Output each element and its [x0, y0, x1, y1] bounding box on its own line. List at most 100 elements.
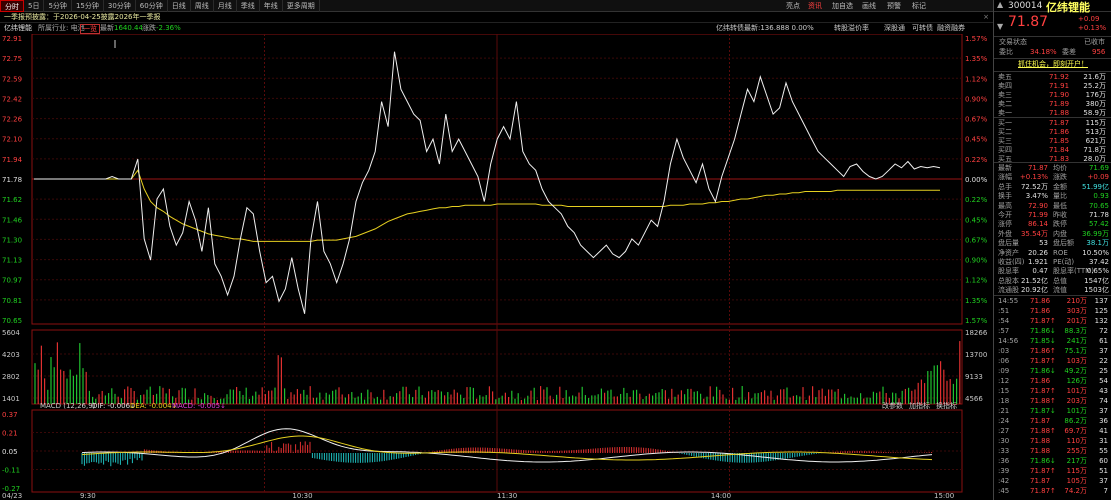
- percent-tick-label: 0.67%: [965, 116, 988, 124]
- avg-price-line: [80, 169, 940, 242]
- tick-price: 71.87↑: [1030, 317, 1056, 325]
- promo-text[interactable]: 抓住机会，即刻开户！: [1018, 60, 1088, 69]
- tick-count: 61: [1099, 337, 1108, 345]
- tick-volume: 203万: [1066, 397, 1087, 405]
- industry-badge[interactable]: 一览: [80, 24, 100, 34]
- tick-price: 71.88: [1030, 447, 1051, 455]
- period-tab-1[interactable]: 5日: [24, 0, 45, 12]
- stat-row: 总手 72.52万 金额 51.99亿: [994, 183, 1111, 192]
- bid-volume: 71.8万: [1083, 146, 1106, 154]
- stat-label: 金额: [1053, 182, 1067, 191]
- percent-tick-label: 0.00%: [965, 176, 988, 184]
- stat-label: 最低: [1053, 201, 1067, 210]
- percent-tick-label: 0.67%: [965, 236, 988, 244]
- ask-price: 71.91: [1049, 82, 1070, 90]
- link-hk-connect[interactable]: 深股通: [884, 23, 905, 34]
- industry-label: 所属行业: 电池: [38, 24, 85, 32]
- tick-time: :24: [998, 417, 1010, 425]
- tick-time: :03: [998, 347, 1010, 355]
- period-tab-4[interactable]: 30分钟: [104, 0, 136, 12]
- quote-header: ▲ 300014 亿纬锂能: [994, 0, 1111, 14]
- link-cb[interactable]: 可转债: [912, 23, 933, 34]
- period-tab-0[interactable]: 分时: [0, 0, 24, 12]
- close-icon[interactable]: ×: [983, 12, 989, 23]
- tick-price: 71.86↓: [1030, 327, 1056, 335]
- stat-label: 涨幅: [998, 173, 1012, 182]
- price-tick-label: 70.81: [2, 297, 22, 305]
- bid-price: 71.86: [1049, 128, 1070, 136]
- tool-mark[interactable]: 标记: [912, 0, 926, 12]
- stat-value: 20.92亿: [1020, 286, 1048, 295]
- stat-label: 盘后额: [1053, 239, 1074, 248]
- period-tab-6[interactable]: 日线: [168, 0, 191, 12]
- stat-label: 收益(四): [998, 258, 1025, 266]
- percent-tick-label: 1.12%: [965, 277, 988, 285]
- volume-tick-label: 1401: [2, 395, 20, 403]
- tick-count: 22: [1099, 357, 1108, 365]
- ask-volume: 176万: [1085, 91, 1106, 99]
- stat-label: 外盘: [998, 229, 1012, 238]
- link-margin[interactable]: 融资融券: [937, 23, 965, 34]
- notice-bar[interactable]: 一季报预披露：于2026-04-25披露2026年一季报 ×: [0, 12, 993, 23]
- stock-title: 亿纬锂能: [1046, 1, 1090, 14]
- ask-price: 71.92: [1049, 73, 1070, 81]
- tool-alert[interactable]: 预警: [887, 0, 901, 12]
- period-tab-7[interactable]: 周线: [191, 0, 214, 12]
- period-tab-5[interactable]: 60分钟: [136, 0, 168, 12]
- stat-row: 涨停 86.14 跌停 57.42: [994, 220, 1111, 229]
- macd-button[interactable]: 加指标: [909, 401, 930, 410]
- tick-row: :27 71.88↑ 69.7万 41: [994, 427, 1111, 436]
- stat-label: 总值: [1053, 276, 1067, 285]
- stat-label: 最新: [998, 164, 1012, 172]
- tick-count: 37: [1099, 477, 1108, 485]
- last-price: 71.87: [1008, 14, 1049, 30]
- wb-value: 34.18%: [1030, 48, 1057, 56]
- period-tab-9[interactable]: 季线: [237, 0, 260, 12]
- stat-label: 盘后量: [998, 239, 1019, 248]
- stat-value: 0.65%: [1086, 267, 1109, 276]
- macd-button[interactable]: 换指标: [936, 401, 957, 410]
- tool-news[interactable]: 资讯: [808, 0, 822, 12]
- ask-volume: 58.9万: [1083, 109, 1106, 117]
- chevron-down-icon[interactable]: ▼: [997, 22, 1003, 31]
- stat-row: 外盘 35.54万 内盘 36.99万: [994, 230, 1111, 239]
- tick-volume: 74.2万: [1064, 487, 1087, 495]
- tick-price: 71.87↑: [1030, 467, 1056, 475]
- change-label: 涨跌: [142, 24, 156, 32]
- promo-banner[interactable]: 抓住机会，即刻开户！: [994, 60, 1111, 69]
- macd-button[interactable]: 改参数: [882, 401, 903, 410]
- period-tab-2[interactable]: 5分钟: [44, 0, 72, 12]
- tick-count: 41: [1099, 427, 1108, 435]
- bid-volume: 621万: [1085, 137, 1106, 145]
- period-tab-11[interactable]: 更多周期: [283, 0, 320, 12]
- intraday-chart[interactable]: 72.91 1.57% 72.75 1.35% 72.59 1.12% 72.42 0.90%…: [0, 34, 993, 500]
- ask-volume: 25.2万: [1083, 82, 1106, 90]
- ask-row: 卖四 71.91 25.2万: [994, 82, 1111, 91]
- ask-row: 卖二 71.89 380万: [994, 100, 1111, 109]
- tick-count: 36: [1099, 417, 1108, 425]
- stat-value: 37.42: [1088, 258, 1109, 266]
- price-tick-label: 71.30: [2, 236, 22, 244]
- volume-tick-label: 5604: [2, 329, 20, 337]
- tick-count: 43: [1099, 387, 1108, 395]
- period-tab-8[interactable]: 月线: [214, 0, 237, 12]
- stat-value: 0.93: [1093, 192, 1109, 201]
- tool-draw[interactable]: 画线: [862, 0, 876, 12]
- tool-add-watchlist[interactable]: 加自选: [832, 0, 853, 12]
- status-label: 交易状态: [999, 38, 1027, 46]
- tick-row: :42 71.87 105万 37: [994, 477, 1111, 486]
- period-tab-3[interactable]: 15分钟: [72, 0, 104, 12]
- tick-row: :30 71.88 110万 31: [994, 437, 1111, 446]
- stat-label: 流值: [1053, 286, 1067, 295]
- tick-price: 71.85↓: [1030, 337, 1056, 345]
- period-tab-10[interactable]: 年线: [260, 0, 283, 12]
- tick-time: :09: [998, 367, 1010, 375]
- stat-value: 51.99亿: [1081, 182, 1109, 191]
- tool-highlight[interactable]: 亮点: [786, 0, 800, 12]
- chevron-up-icon[interactable]: ▲: [997, 0, 1003, 9]
- tick-volume: 86.2万: [1064, 417, 1087, 425]
- tick-price: 71.88↑: [1030, 397, 1056, 405]
- price-tick-label: 71.13: [2, 257, 22, 265]
- bid-level: 买三: [998, 137, 1012, 145]
- tick-volume: 101万: [1066, 387, 1087, 395]
